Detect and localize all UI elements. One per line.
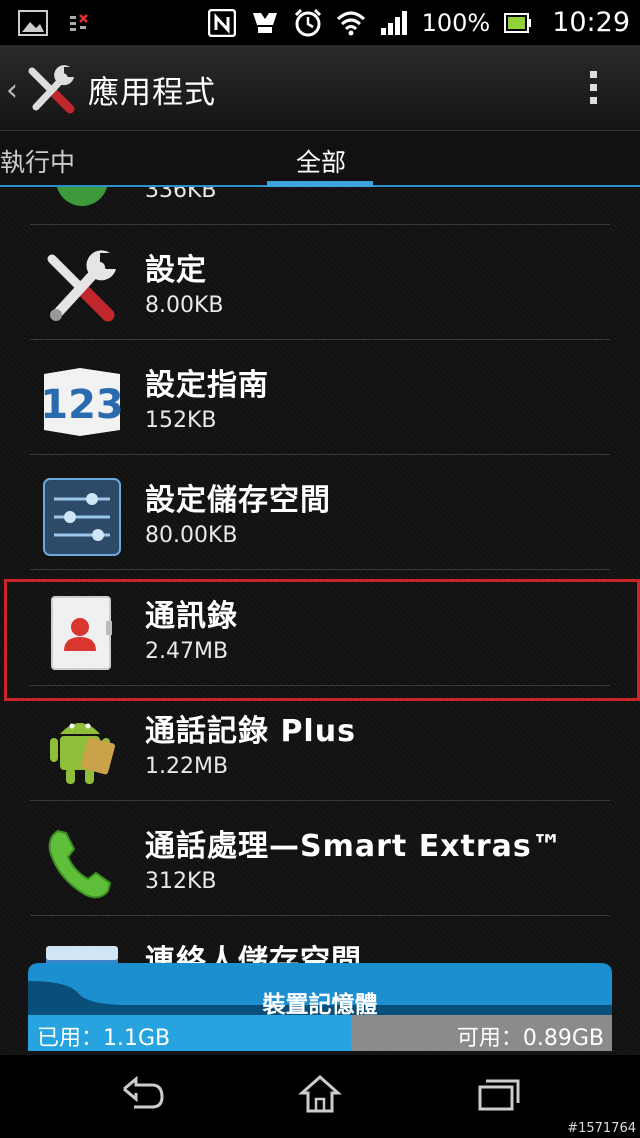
app-name: 設定指南 bbox=[145, 368, 269, 403]
list-item[interactable]: 336KB bbox=[0, 187, 640, 225]
overflow-menu-icon[interactable] bbox=[590, 71, 598, 104]
signal-icon bbox=[380, 10, 407, 35]
app-size: 2.47MB bbox=[145, 639, 229, 664]
wifi-icon bbox=[336, 11, 365, 35]
settings-tools-icon[interactable] bbox=[24, 61, 80, 121]
app-name: 設定 bbox=[145, 253, 207, 288]
storage-sliders-icon bbox=[43, 478, 121, 556]
watermark: #1571764 bbox=[567, 1121, 636, 1136]
screen-mirroring-icon bbox=[252, 12, 277, 33]
app-name: 通話記錄 Plus bbox=[145, 714, 356, 749]
app-size: 1.22MB bbox=[145, 754, 229, 779]
storage-title: 裝置記憶體 bbox=[262, 992, 378, 1018]
app-name: 設定儲存空間 bbox=[145, 483, 331, 518]
battery-percent: 100% bbox=[421, 8, 491, 37]
tab-all[interactable]: 全部 bbox=[296, 143, 346, 179]
partial-green-app-icon bbox=[56, 187, 108, 206]
storage-usage-bar: 已用：1.1GB 可用：0.89GB bbox=[28, 1015, 612, 1051]
list-item[interactable]: 通話處理—Smart Extras™ 312KB bbox=[0, 801, 640, 916]
list-item-contacts[interactable]: 通訊錄 2.47MB bbox=[0, 571, 640, 686]
storage-used-label: 已用：1.1GB bbox=[37, 1026, 171, 1051]
app-name: 通話處理—Smart Extras™ bbox=[145, 829, 563, 864]
android-call-log-icon bbox=[50, 723, 115, 784]
phone-handset-icon bbox=[48, 829, 112, 899]
list-item[interactable]: 設定儲存空間 80.00KB bbox=[0, 455, 640, 570]
recents-icon[interactable] bbox=[476, 1073, 520, 1113]
list-item[interactable]: 設定 8.00KB bbox=[0, 225, 640, 340]
alarm-icon bbox=[294, 8, 321, 36]
app-list[interactable]: 336KB 設定 8.00KB 123 設定指南 152KB 設定儲存空間 80… bbox=[0, 187, 640, 1055]
divider bbox=[30, 569, 610, 570]
app-size: 312KB bbox=[145, 869, 217, 894]
contacts-icon bbox=[51, 596, 112, 670]
back-icon[interactable] bbox=[118, 1073, 166, 1113]
list-item[interactable]: 通話記錄 Plus 1.22MB bbox=[0, 686, 640, 801]
navigation-bar: #1571764 bbox=[0, 1055, 640, 1138]
action-bar: ‹ 應用程式 bbox=[0, 45, 640, 131]
svg-text:123: 123 bbox=[40, 382, 124, 428]
data-notification-icon bbox=[70, 14, 88, 31]
tab-running[interactable]: 執行中 bbox=[0, 143, 75, 179]
setup-guide-123-icon: 123 bbox=[40, 368, 124, 436]
nfc-icon bbox=[207, 8, 236, 37]
gallery-notification-icon bbox=[18, 10, 48, 36]
battery-icon bbox=[504, 12, 532, 33]
up-caret-icon[interactable]: ‹ bbox=[6, 73, 18, 108]
list-item[interactable]: 123 設定指南 152KB bbox=[0, 340, 640, 455]
home-icon[interactable] bbox=[298, 1073, 342, 1115]
app-size: 336KB bbox=[145, 187, 217, 203]
status-bar: 100% 10:29 bbox=[0, 0, 640, 45]
storage-free-label: 可用：0.89GB bbox=[456, 1026, 604, 1051]
page-title: 應用程式 bbox=[88, 75, 216, 111]
app-name: 通訊錄 bbox=[145, 599, 238, 634]
clock: 10:29 bbox=[552, 7, 630, 38]
settings-tools-icon bbox=[47, 250, 116, 322]
app-size: 152KB bbox=[145, 408, 217, 433]
app-size: 80.00KB bbox=[145, 523, 238, 548]
tab-bar: 執行中 全部 bbox=[0, 131, 640, 187]
app-size: 8.00KB bbox=[145, 293, 224, 318]
